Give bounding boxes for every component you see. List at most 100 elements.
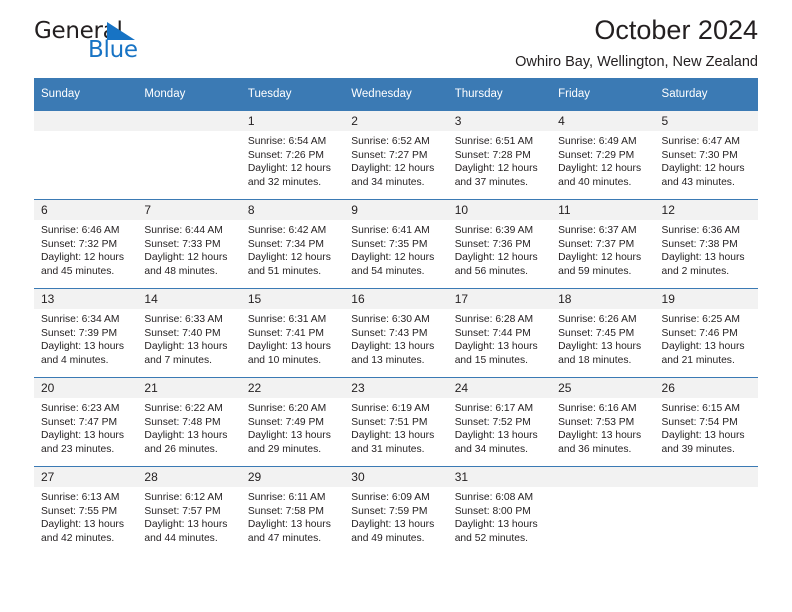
day-sun-info: Sunrise: 6:08 AM Sunset: 8:00 PM Daylight:…: [448, 487, 551, 545]
calendar-day-cell[interactable]: 19 Sunrise: 6:25 AM Sunset: 7:46 PM Dayligh…: [654, 288, 758, 378]
day-number: 16: [344, 289, 448, 309]
day-info-line: Sunset: 7:43 PM: [351, 327, 428, 339]
calendar-day-cell[interactable]: 31 Sunrise: 6:08 AM Sunset: 8:00 PM Dayligh…: [447, 466, 552, 555]
day-info-line: Sunset: 7:48 PM: [144, 416, 221, 428]
day-sun-info: Sunrise: 6:19 AM Sunset: 7:51 PM Daylight:…: [344, 398, 447, 456]
calendar-day-cell[interactable]: 30 Sunrise: 6:09 AM Sunset: 7:59 PM Dayligh…: [344, 466, 448, 555]
calendar-day-cell[interactable]: 4 Sunrise: 6:49 AM Sunset: 7:29 PM Daylight…: [551, 110, 655, 200]
day-info-line: and 31 minutes.: [351, 443, 425, 455]
day-info-line: Sunrise: 6:15 AM: [661, 403, 740, 414]
calendar-day-cell[interactable]: 25 Sunrise: 6:16 AM Sunset: 7:53 PM Dayligh…: [551, 377, 655, 467]
calendar-day-cell[interactable]: 28 Sunrise: 6:12 AM Sunset: 7:57 PM Dayligh…: [137, 466, 241, 555]
day-sun-info: Sunrise: 6:51 AM Sunset: 7:28 PM Daylight:…: [448, 131, 551, 189]
day-info-line: Daylight: 13 hours: [247, 341, 331, 353]
calendar-day-cell-empty: [137, 110, 241, 200]
calendar-day-cell[interactable]: 22 Sunrise: 6:20 AM Sunset: 7:49 PM Dayligh…: [240, 377, 345, 467]
day-info-line: Sunrise: 6:51 AM: [454, 136, 534, 147]
calendar-day-cell[interactable]: 27 Sunrise: 6:13 AM Sunset: 7:55 PM Dayligh…: [34, 466, 138, 555]
day-info-line: and 39 minutes.: [661, 443, 735, 455]
day-info-line: Sunrise: 6:49 AM: [558, 136, 637, 147]
day-number: 5: [654, 111, 758, 131]
calendar-day-cell[interactable]: 8 Sunrise: 6:42 AM Sunset: 7:34 PM Daylight…: [240, 199, 345, 289]
calendar-day-cell[interactable]: 24 Sunrise: 6:17 AM Sunset: 7:52 PM Dayligh…: [447, 377, 552, 467]
calendar-day-cell[interactable]: 20 Sunrise: 6:23 AM Sunset: 7:47 PM Dayligh…: [34, 377, 138, 467]
day-info-line: Daylight: 12 hours: [247, 163, 331, 175]
calendar-day-cell-empty: [551, 466, 655, 555]
day-info-line: Sunrise: 6:52 AM: [351, 136, 430, 147]
calendar-day-cell[interactable]: 7 Sunrise: 6:44 AM Sunset: 7:33 PM Daylight…: [137, 199, 241, 289]
day-number: 17: [447, 289, 552, 309]
day-info-line: Sunrise: 6:31 AM: [247, 314, 327, 325]
day-info-line: Daylight: 13 hours: [661, 252, 745, 264]
calendar-day-cell[interactable]: 5 Sunrise: 6:47 AM Sunset: 7:30 PM Daylight…: [654, 110, 758, 200]
day-info-line: Sunset: 7:30 PM: [661, 149, 738, 161]
day-info-line: and 37 minutes.: [454, 176, 528, 188]
calendar-body: 1 Sunrise: 6:54 AM Sunset: 7:26 PM Daylight…: [34, 110, 758, 555]
day-info-line: Sunrise: 6:39 AM: [454, 225, 534, 236]
day-info-line: and 29 minutes.: [247, 443, 322, 455]
day-info-line: Sunrise: 6:23 AM: [41, 403, 120, 414]
day-number: 7: [137, 200, 241, 220]
day-info-line: Sunrise: 6:16 AM: [558, 403, 637, 414]
day-info-line: Sunrise: 6:44 AM: [144, 225, 223, 236]
calendar-day-cell[interactable]: 26 Sunrise: 6:15 AM Sunset: 7:54 PM Dayligh…: [654, 377, 758, 467]
day-info-line: and 49 minutes.: [351, 532, 425, 544]
calendar-day-cell[interactable]: 23 Sunrise: 6:19 AM Sunset: 7:51 PM Dayligh…: [344, 377, 448, 467]
general-blue-logo[interactable]: General Blue: [34, 18, 234, 72]
weekday-header-wednesday: Wednesday: [344, 78, 448, 111]
calendar-day-cell[interactable]: 18 Sunrise: 6:26 AM Sunset: 7:45 PM Dayligh…: [551, 288, 655, 378]
day-info-line: Sunrise: 6:54 AM: [247, 136, 327, 147]
day-number: 31: [447, 467, 552, 487]
weekday-header-monday: Monday: [137, 78, 241, 111]
day-number: [137, 111, 241, 131]
calendar-day-cell[interactable]: 11 Sunrise: 6:37 AM Sunset: 7:37 PM Dayligh…: [551, 199, 655, 289]
calendar-day-cell[interactable]: 13 Sunrise: 6:34 AM Sunset: 7:39 PM Dayligh…: [34, 288, 138, 378]
day-info-line: and 2 minutes.: [661, 265, 730, 277]
day-info-line: and 32 minutes.: [247, 176, 322, 188]
day-info-line: Daylight: 13 hours: [661, 430, 745, 442]
calendar-day-cell-empty: [654, 466, 758, 555]
calendar-day-cell[interactable]: 6 Sunrise: 6:46 AM Sunset: 7:32 PM Daylight…: [34, 199, 138, 289]
day-info-line: Sunset: 7:27 PM: [351, 149, 428, 161]
day-sun-info: Sunrise: 6:17 AM Sunset: 7:52 PM Daylight:…: [448, 398, 551, 456]
day-info-line: Daylight: 13 hours: [247, 519, 331, 531]
day-sun-info: Sunrise: 6:25 AM Sunset: 7:46 PM Daylight:…: [655, 309, 758, 367]
day-info-line: Sunrise: 6:11 AM: [247, 492, 326, 503]
day-number: [551, 467, 655, 487]
calendar-day-cell[interactable]: 14 Sunrise: 6:33 AM Sunset: 7:40 PM Dayligh…: [137, 288, 241, 378]
calendar-day-cell[interactable]: 1 Sunrise: 6:54 AM Sunset: 7:26 PM Daylight…: [240, 110, 345, 200]
calendar-week-row: 1 Sunrise: 6:54 AM Sunset: 7:26 PM Daylight…: [34, 110, 758, 200]
calendar-day-cell[interactable]: 12 Sunrise: 6:36 AM Sunset: 7:38 PM Dayligh…: [654, 199, 758, 289]
page-header: General Blue October 2024 Owhiro Bay, We…: [34, 0, 758, 78]
day-sun-info: Sunrise: 6:28 AM Sunset: 7:44 PM Daylight:…: [448, 309, 551, 367]
day-number: 26: [654, 378, 758, 398]
day-info-line: Daylight: 13 hours: [41, 341, 124, 353]
calendar-day-cell[interactable]: 9 Sunrise: 6:41 AM Sunset: 7:35 PM Daylight…: [344, 199, 448, 289]
day-info-line: and 51 minutes.: [247, 265, 322, 277]
calendar-day-cell[interactable]: 29 Sunrise: 6:11 AM Sunset: 7:58 PM Dayligh…: [240, 466, 345, 555]
calendar-day-cell[interactable]: 10 Sunrise: 6:39 AM Sunset: 7:36 PM Dayligh…: [447, 199, 552, 289]
weekday-header-sunday: Sunday: [34, 78, 138, 111]
calendar-day-cell[interactable]: 3 Sunrise: 6:51 AM Sunset: 7:28 PM Daylight…: [447, 110, 552, 200]
day-info-line: Sunrise: 6:19 AM: [351, 403, 430, 414]
day-sun-info: Sunrise: 6:16 AM Sunset: 7:53 PM Daylight:…: [551, 398, 654, 456]
calendar-day-cell[interactable]: 16 Sunrise: 6:30 AM Sunset: 7:43 PM Dayligh…: [344, 288, 448, 378]
weekday-header-saturday: Saturday: [654, 78, 758, 111]
day-info-line: Sunrise: 6:37 AM: [558, 225, 637, 236]
day-info-line: Sunset: 7:38 PM: [661, 238, 738, 250]
day-info-line: and 45 minutes.: [41, 265, 115, 277]
day-info-line: and 7 minutes.: [144, 354, 212, 366]
day-sun-info: Sunrise: 6:13 AM Sunset: 7:55 PM Daylight:…: [34, 487, 137, 545]
page-title: October 2024: [594, 15, 758, 45]
calendar-day-cell[interactable]: 2 Sunrise: 6:52 AM Sunset: 7:27 PM Daylight…: [344, 110, 448, 200]
calendar-day-cell[interactable]: 15 Sunrise: 6:31 AM Sunset: 7:41 PM Dayligh…: [240, 288, 345, 378]
day-info-line: Sunrise: 6:13 AM: [41, 492, 120, 503]
day-sun-info: Sunrise: 6:22 AM Sunset: 7:48 PM Daylight:…: [137, 398, 240, 456]
day-info-line: and 40 minutes.: [558, 176, 632, 188]
day-number: 30: [344, 467, 448, 487]
day-sun-info: Sunrise: 6:23 AM Sunset: 7:47 PM Daylight:…: [34, 398, 137, 456]
calendar-day-cell[interactable]: 21 Sunrise: 6:22 AM Sunset: 7:48 PM Dayligh…: [137, 377, 241, 467]
weekday-header-thursday: Thursday: [447, 78, 552, 111]
calendar-day-cell[interactable]: 17 Sunrise: 6:28 AM Sunset: 7:44 PM Dayligh…: [447, 288, 552, 378]
day-info-line: Sunset: 7:40 PM: [144, 327, 221, 339]
